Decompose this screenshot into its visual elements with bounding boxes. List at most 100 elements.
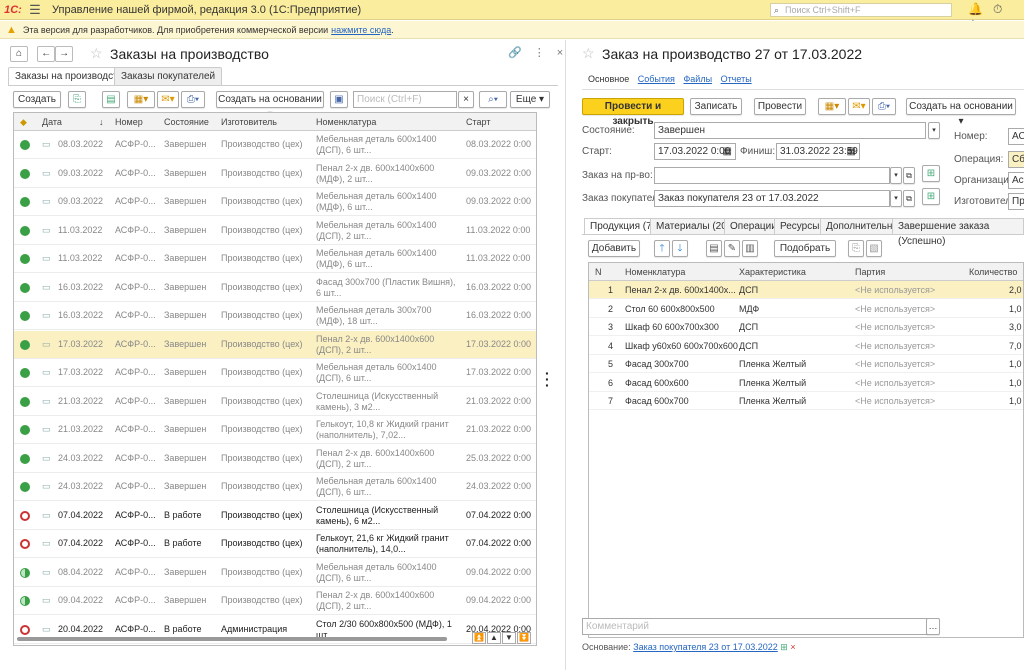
operation-field[interactable]: Сбо bbox=[1008, 151, 1024, 168]
print-icon[interactable]: ⎙▾ bbox=[872, 98, 896, 115]
filter-icon[interactable]: ▣ bbox=[330, 91, 348, 108]
organization-field[interactable]: Асс bbox=[1008, 172, 1024, 189]
page-up-icon[interactable]: ▲ bbox=[487, 632, 501, 644]
post-button[interactable]: Провести bbox=[754, 98, 806, 115]
column-header-number[interactable]: Номер bbox=[115, 117, 143, 127]
dropdown-icon[interactable]: ▾ bbox=[890, 190, 902, 207]
tab-customer-orders[interactable]: Заказы покупателей bbox=[114, 67, 223, 85]
print-icon[interactable]: ⎙▾ bbox=[181, 91, 205, 108]
table-row[interactable]: ▭ 09.03.2022 АСФР-0... Завершен Производство… bbox=[14, 160, 536, 188]
barcode-icon[interactable]: ▥ bbox=[742, 240, 758, 257]
move-up-icon[interactable]: 🡑 bbox=[654, 240, 670, 257]
column-header-batch[interactable]: Партия bbox=[855, 267, 885, 277]
table-row[interactable]: ▭ 09.03.2022 АСФР-0... Завершен Производство… bbox=[14, 188, 536, 216]
global-search-input[interactable]: ⌕ Поиск Ctrl+Shift+F bbox=[770, 3, 952, 17]
column-header-quantity[interactable]: Количество bbox=[969, 267, 1017, 277]
table-row[interactable]: ▭ 08.03.2022 АСФР-0... Завершен Производство… bbox=[14, 131, 536, 159]
table-row[interactable]: ▭ 21.03.2022 АСФР-0... Завершен Производство… bbox=[14, 388, 536, 416]
column-header-maker[interactable]: Изготовитель bbox=[221, 117, 277, 127]
list-search-input[interactable]: Поиск (Ctrl+F) bbox=[353, 91, 457, 108]
home-icon[interactable]: ⌂ bbox=[10, 46, 28, 62]
tab-order-completion[interactable]: Завершение заказа (Успешно) bbox=[892, 218, 1024, 247]
column-header-item[interactable]: Номенклатура bbox=[625, 267, 685, 277]
state-field[interactable]: Завершен bbox=[654, 122, 926, 139]
first-page-icon[interactable]: ⏫ bbox=[472, 632, 486, 644]
spec-icon[interactable]: ▤ bbox=[706, 240, 722, 257]
column-header-n[interactable]: N bbox=[595, 267, 602, 277]
nav-reports[interactable]: Отчеты bbox=[721, 74, 752, 84]
number-field[interactable]: АС bbox=[1008, 128, 1024, 145]
splitter-handle[interactable]: · · · bbox=[545, 366, 550, 392]
more-vert-icon[interactable]: ⋮ bbox=[534, 47, 557, 59]
comment-expand-icon[interactable]: … bbox=[926, 618, 940, 635]
calendar-icon[interactable]: ▦ bbox=[847, 144, 856, 159]
menu-icon[interactable]: ☰ bbox=[26, 2, 44, 18]
basis-link[interactable]: Заказ покупателя 23 от 17.03.2022 bbox=[633, 642, 778, 652]
column-header-characteristic[interactable]: Характеристика bbox=[739, 267, 806, 277]
orders-table[interactable]: ◆ Дата ↓ Номер Состояние Изготовитель Но… bbox=[13, 112, 537, 646]
comment-field[interactable]: Комментарий bbox=[582, 618, 928, 635]
table-row[interactable]: ▭ 08.04.2022 АСФР-0... Завершен Производство… bbox=[14, 559, 536, 587]
add-row-button[interactable]: Добавить bbox=[588, 240, 640, 257]
copy-icon[interactable]: ⎘ bbox=[68, 91, 86, 108]
table-row[interactable]: ▭ 09.04.2022 АСФР-0... Завершен Производство… bbox=[14, 587, 536, 615]
favorite-star-icon[interactable]: ☆ bbox=[90, 45, 103, 62]
excel-icon[interactable]: ▤ bbox=[102, 91, 120, 108]
mail-icon[interactable]: ✉▾ bbox=[848, 98, 870, 115]
report-menu-icon[interactable]: ▦▾ bbox=[818, 98, 846, 115]
post-and-close-button[interactable]: Провести и закрыть bbox=[582, 98, 684, 127]
table-row[interactable]: 7 Фасад 600х700 Пленка Желтый <Не используе… bbox=[589, 392, 1023, 410]
favorite-star-icon[interactable]: ☆ bbox=[582, 45, 595, 62]
report-menu-icon[interactable]: ▦▾ bbox=[127, 91, 155, 108]
nav-events[interactable]: События bbox=[638, 74, 675, 84]
mail-icon[interactable]: ✉▾ bbox=[157, 91, 179, 108]
table-row[interactable]: ▭ 17.03.2022 АСФР-0... Завершен Производство… bbox=[14, 359, 536, 387]
table-row[interactable]: ▭ 11.03.2022 АСФР-0... Завершен Производство… bbox=[14, 217, 536, 245]
link-icon[interactable]: 🔗 bbox=[508, 47, 534, 59]
production-order-field[interactable] bbox=[654, 167, 890, 184]
column-header-start[interactable]: Старт bbox=[466, 117, 490, 127]
bell-icon[interactable]: 🔔 bbox=[968, 2, 993, 16]
start-date-field[interactable]: 17.03.2022 0:00 ▦ bbox=[654, 143, 736, 160]
table-row[interactable]: ▭ 16.03.2022 АСФР-0... Завершен Производство… bbox=[14, 302, 536, 330]
create-based-on-button[interactable]: Создать на основании ▾ bbox=[216, 91, 324, 120]
table-row[interactable]: ▭ 11.03.2022 АСФР-0... Завершен Производство… bbox=[14, 245, 536, 273]
clear-basis-icon[interactable]: × bbox=[790, 642, 795, 652]
paste-rows-icon[interactable]: ▧ bbox=[866, 240, 882, 257]
products-table[interactable]: N Номенклатура Характеристика Партия Кол… bbox=[588, 262, 1024, 638]
close-icon[interactable]: × bbox=[557, 47, 575, 59]
page-down-icon[interactable]: ▼ bbox=[502, 632, 516, 644]
open-icon[interactable]: ⧉ bbox=[903, 167, 915, 184]
table-row[interactable]: 4 Шкаф у60х60 600х700х600 ДСП <Не используе… bbox=[589, 337, 1023, 355]
column-header-state[interactable]: Состояние bbox=[164, 117, 209, 127]
state-dropdown-icon[interactable]: ▾ bbox=[928, 122, 940, 139]
last-page-icon[interactable]: ⏬ bbox=[517, 632, 531, 644]
table-row[interactable]: ▭ 07.04.2022 АСФР-0... В работе Производство… bbox=[14, 502, 536, 530]
table-row[interactable]: ▭ 17.03.2022 АСФР-0... Завершен Производство… bbox=[14, 330, 536, 359]
nav-main[interactable]: Основное bbox=[588, 74, 629, 84]
more-button[interactable]: Еще ▾ bbox=[510, 91, 550, 108]
tab-resources[interactable]: Ресурсы bbox=[774, 218, 826, 234]
move-down-icon[interactable]: 🡓 bbox=[672, 240, 688, 257]
back-icon[interactable]: ← bbox=[37, 46, 56, 62]
select-items-button[interactable]: Подобрать bbox=[774, 240, 836, 257]
dropdown-icon[interactable]: ▾ bbox=[890, 167, 902, 184]
table-row[interactable]: 6 Фасад 600х600 Пленка Желтый <Не используе… bbox=[589, 374, 1023, 392]
open-icon[interactable]: ⧉ bbox=[903, 190, 915, 207]
history-icon[interactable]: ⏱ bbox=[993, 2, 1012, 16]
save-button[interactable]: Записать bbox=[690, 98, 742, 115]
add-icon[interactable]: ⊞ bbox=[922, 165, 940, 182]
horizontal-scrollbar[interactable] bbox=[13, 634, 453, 642]
create-based-on-button[interactable]: Создать на основании ▾ bbox=[906, 98, 1016, 127]
clear-search-icon[interactable]: × bbox=[458, 91, 474, 108]
open-basis-icon[interactable]: ⊞ bbox=[780, 642, 788, 652]
table-row[interactable]: 1 Пенал 2-х дв. 600х1400х... ДСП <Не исполь… bbox=[589, 281, 1023, 299]
table-row[interactable]: ▭ 16.03.2022 АСФР-0... Завершен Производство… bbox=[14, 274, 536, 302]
table-row[interactable]: ▭ 24.03.2022 АСФР-0... Завершен Производство… bbox=[14, 445, 536, 473]
nav-files[interactable]: Файлы bbox=[683, 74, 712, 84]
copy-rows-icon[interactable]: ⎘ bbox=[848, 240, 864, 257]
maker-field[interactable]: Про bbox=[1008, 193, 1024, 210]
forward-icon[interactable]: → bbox=[55, 46, 74, 62]
customer-order-field[interactable]: Заказ покупателя 23 от 17.03.2022 bbox=[654, 190, 890, 207]
table-row[interactable]: ▭ 07.04.2022 АСФР-0... В работе Производство… bbox=[14, 530, 536, 558]
